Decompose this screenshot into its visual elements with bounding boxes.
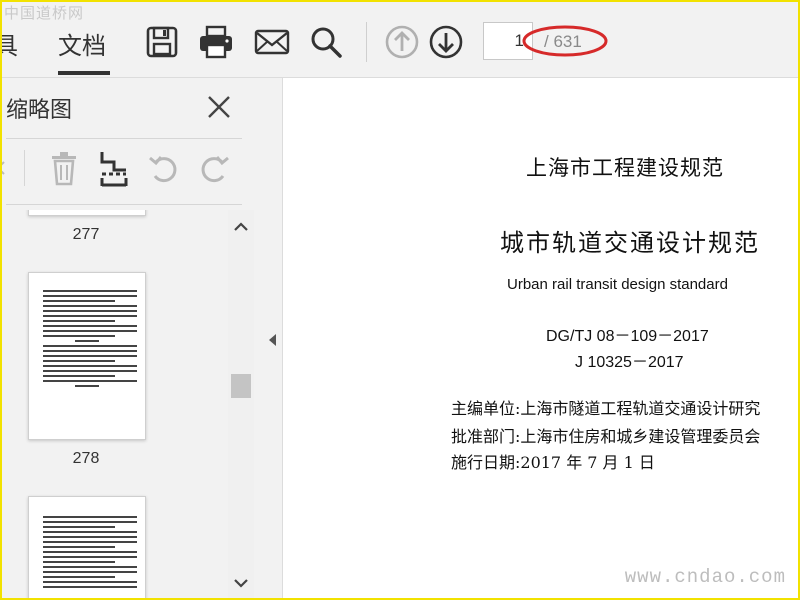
watermark-bottom: www.cndao.com (624, 566, 786, 588)
close-icon[interactable] (204, 92, 234, 122)
chevron-left-icon[interactable] (0, 148, 8, 188)
tab-document[interactable]: 文档 (58, 26, 106, 61)
scrollbar-thumb[interactable] (231, 374, 251, 398)
page-number-input[interactable] (483, 22, 533, 60)
thumbnail-panel: 缩略图 277 278 (0, 78, 265, 600)
tab-tools[interactable]: 具 (0, 26, 18, 61)
watermark-top: 中国道桥网 (4, 4, 85, 22)
panel-title: 缩略图 (6, 98, 73, 123)
doc-record-code: J 10325－2017 (575, 354, 684, 371)
rotate-right-icon[interactable] (196, 148, 232, 188)
panel-divider (6, 204, 242, 205)
search-icon[interactable] (308, 24, 344, 60)
page-down-icon[interactable] (428, 24, 464, 60)
collapse-panel-handle[interactable] (264, 78, 283, 600)
chevron-down-icon[interactable] (228, 572, 254, 594)
thumbnail-list: 277 278 (0, 210, 228, 600)
doc-english-title: Urban rail transit design standard (507, 276, 728, 293)
doc-editor-unit: 主编单位:上海市隧道工程轨道交通设计研究 (451, 399, 761, 418)
doc-effective-date: 施行日期:2017 年 7 月 1 日 (451, 453, 655, 472)
thumbnail-label: 278 (72, 450, 100, 467)
thumbnail-page-279[interactable] (28, 496, 146, 600)
mail-icon[interactable] (254, 24, 290, 60)
rotate-left-icon[interactable] (146, 148, 182, 188)
doc-heading: 上海市工程建设规范 (526, 156, 724, 180)
thumbnail-scrollbar[interactable] (228, 210, 254, 600)
doc-standard-code: DG/TJ 08－109－2017 (546, 328, 709, 345)
thumbnail-page-278[interactable] (28, 272, 146, 440)
toolbar: 具 文档 / 631 (0, 0, 800, 78)
thumbnail-page-277[interactable] (28, 210, 146, 216)
chevron-up-icon[interactable] (228, 216, 254, 238)
toolbar-separator (366, 22, 367, 62)
triangle-left-icon (269, 334, 276, 346)
doc-title: 城市轨道交通设计规范 (500, 229, 760, 257)
delete-icon[interactable] (46, 148, 82, 188)
page-up-icon[interactable] (384, 24, 420, 60)
extract-icon[interactable] (96, 148, 132, 188)
print-icon[interactable] (198, 24, 234, 60)
thumbnail-label: 277 (72, 226, 100, 243)
tools-separator (24, 150, 25, 186)
doc-approval-dept: 批准部门:上海市住房和城乡建设管理委员会 (451, 427, 761, 446)
document-page: 上海市工程建设规范 城市轨道交通设计规范 Urban rail transit … (283, 78, 798, 600)
active-tab-indicator (58, 71, 110, 75)
panel-divider (6, 138, 242, 139)
page-total: / 631 (544, 32, 582, 51)
save-icon[interactable] (144, 24, 180, 60)
